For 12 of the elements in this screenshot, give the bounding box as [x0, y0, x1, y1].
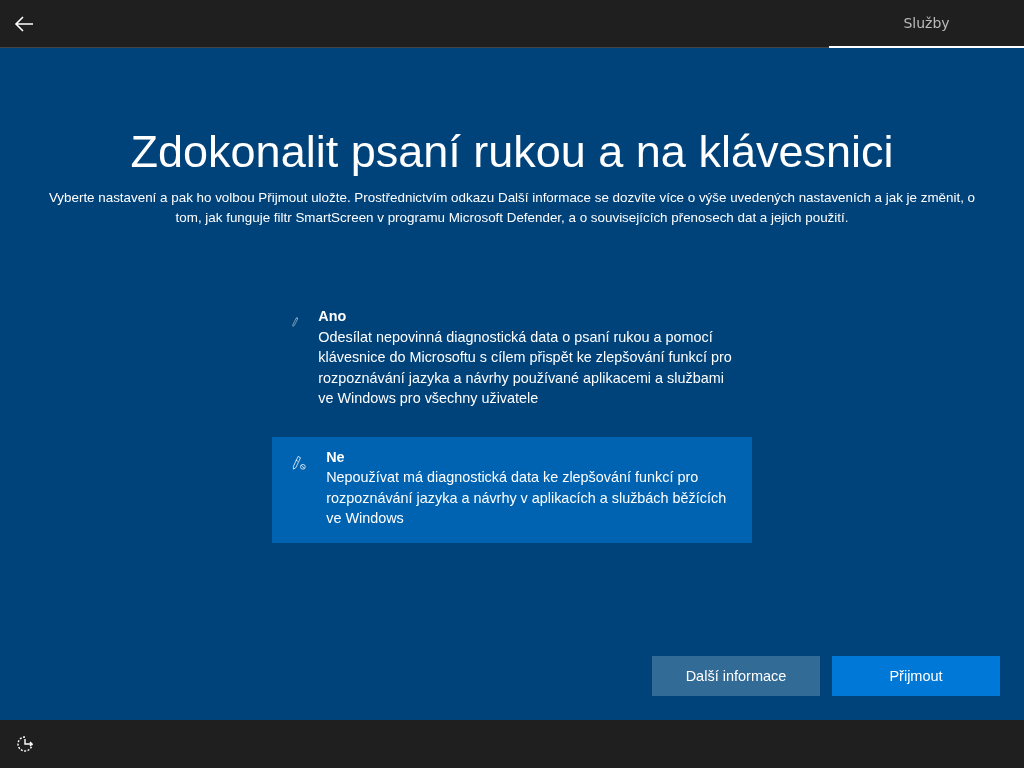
page-title: Zdokonalit psaní rukou a na klávesnici [130, 126, 894, 178]
option-title: Ne [326, 447, 346, 467]
action-button[interactable]: Další informace [652, 656, 820, 696]
accessibility-icon[interactable] [16, 735, 34, 753]
tab[interactable]: Služby [829, 0, 1024, 48]
option-title: Ano [318, 307, 348, 326]
description-text: Vyberte nastavení a pak ho volbou Přijmout uložte. Prostřednictvím odkazu Další informace se dozvíte více o výše uvedených nastaveních a jak je změnit, o tom, jak funguje filtr SmartScreen v programu Microsoft Defender, a o souvisejících přenosech dat a jejich použití. [47, 189, 977, 227]
option-description: Nepoužívat má diagnostická data ke zlepšování funkcí pro rozpoznávání jazyka a návrhy v aplikacích a službách běžících ve Windows [326, 468, 728, 528]
action-button[interactable]: Přijmout [832, 656, 1000, 696]
option-description: Odesílat nepovinná diagnostická data o psaní rukou a pomocí klávesnice do Microsoftu s cílem přispět ke zlepšování funkcí pro rozpoznávání jazyka a návrhy používané aplikacemi a službami ve Windows pro všechny uživatele [318, 327, 732, 408]
back-arrow-icon[interactable] [14, 15, 34, 32]
option-item[interactable]: Ne Nepoužívat má diagnostická data ke zlepšování funkcí pro rozpoznávání jazyka a návrhy v aplikacích a službách běžících ve Windows [272, 436, 752, 543]
